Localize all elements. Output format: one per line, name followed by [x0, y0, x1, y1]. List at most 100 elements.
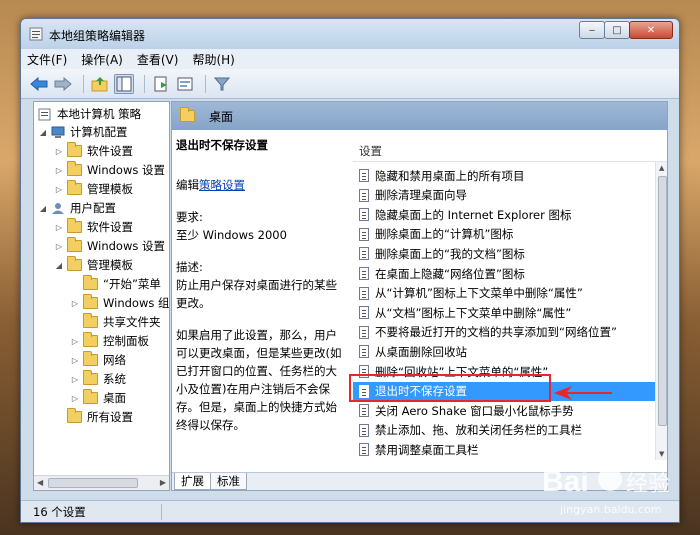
scroll-down-icon[interactable]: ▼ [659, 450, 664, 458]
filter-button[interactable] [212, 74, 232, 94]
window-title: 本地组策略编辑器 [49, 29, 146, 43]
tree-root[interactable]: 本地计算机 策略 [38, 105, 141, 123]
scroll-up-icon[interactable]: ▲ [659, 164, 664, 172]
folder-icon [83, 370, 98, 385]
menu-action[interactable]: 操作(A) [81, 51, 123, 68]
tree-system[interactable]: ▷ 系统 [70, 370, 126, 388]
scroll-left-icon[interactable]: ◀ [37, 478, 43, 487]
collapse-icon[interactable]: ◢ [54, 261, 64, 270]
list-item[interactable]: 从“计算机”图标上下文菜单中删除“属性” [353, 284, 655, 303]
tree-label: 控制面板 [103, 334, 149, 348]
list-item[interactable]: 退出时不保存设置 [353, 381, 655, 401]
list-item[interactable]: 在桌面上隐藏“网络位置”图标 [353, 264, 655, 283]
expand-icon[interactable]: ▷ [70, 337, 80, 346]
up-folder-button[interactable] [90, 74, 110, 94]
policy-setting-icon [359, 443, 369, 457]
show-tree-button[interactable] [114, 73, 134, 94]
back-button[interactable] [29, 74, 49, 94]
tree-label: 系统 [103, 372, 126, 386]
description-details: 如果启用了此设置，那么，用户可以更改桌面，但是某些更改(如已打开窗口的位置、任务… [176, 328, 342, 432]
tree-cc-admin[interactable]: ▷ 管理模板 [54, 180, 133, 198]
scroll-thumb[interactable] [48, 478, 138, 488]
list-item[interactable]: 禁用调整桌面工具栏 [353, 440, 655, 459]
expand-icon[interactable]: ▷ [54, 242, 64, 251]
list-item[interactable]: 不要将最近打开的文档的共享添加到“网络位置” [353, 323, 655, 342]
menu-view[interactable]: 查看(V) [137, 51, 179, 68]
menu-file[interactable]: 文件(F) [27, 51, 67, 68]
tree-cc-software[interactable]: ▷ 软件设置 [54, 142, 133, 160]
expand-icon[interactable]: ▷ [70, 394, 80, 403]
policy-setting-icon [359, 247, 369, 261]
tree-network[interactable]: ▷ 网络 [70, 351, 126, 369]
list-item[interactable]: 隐藏桌面上的 Internet Explorer 图标 [353, 205, 655, 224]
list-item[interactable]: 关闭 Aero Shake 窗口最小化鼠标手势 [353, 401, 655, 420]
tree-uc-admin[interactable]: ◢ 管理模板 [54, 256, 133, 274]
folder-icon [180, 107, 195, 122]
tree-horizontal-scrollbar[interactable]: ◀ ▶ [34, 475, 169, 490]
expand-icon[interactable]: ▷ [70, 356, 80, 365]
app-icon [29, 27, 43, 41]
details-pane: 桌面 退出时不保存设置 编辑策略设置 要求: 至少 Windows 2000 描… [171, 101, 668, 491]
tree-uc-windows[interactable]: ▷ Windows 设置 [54, 237, 165, 255]
tree-start-menu[interactable]: “开始”菜单 [70, 275, 161, 293]
export-list-button[interactable] [151, 74, 171, 94]
list-item[interactable]: 禁止添加、拖、放和关闭任务栏的工具栏 [353, 421, 655, 440]
folder-icon [67, 408, 82, 423]
expand-icon[interactable]: ▷ [70, 375, 80, 384]
up-folder-icon [91, 76, 108, 91]
filter-icon [214, 77, 230, 90]
scroll-thumb[interactable] [658, 176, 667, 426]
collapse-icon[interactable]: ◢ [38, 204, 48, 213]
menu-help[interactable]: 帮助(H) [192, 51, 234, 68]
tree-windows-components[interactable]: ▷ Windows 组件 [70, 294, 169, 312]
folder-icon [83, 275, 98, 290]
minimize-button[interactable]: ‒ [579, 21, 605, 39]
back-arrow-icon [30, 76, 48, 91]
tree-desktop[interactable]: ▷ 桌面 [70, 389, 126, 407]
requirement-value: 至少 Windows 2000 [176, 228, 287, 242]
export-icon [154, 76, 167, 91]
tree-shared-folder[interactable]: 共享文件夹 [70, 313, 161, 331]
settings-list: 设置 隐藏和禁用桌面上的所有项目 删除清理桌面向导 隐藏桌面上的 Internet … [353, 130, 667, 483]
expand-icon[interactable]: ▷ [70, 299, 80, 308]
policy-setting-icon [359, 384, 369, 398]
properties-button[interactable] [175, 74, 195, 94]
tab-extended[interactable]: 扩展 [174, 473, 211, 490]
edit-policy-link[interactable]: 策略设置 [199, 178, 245, 192]
tree-user-config[interactable]: ◢ 用户配置 [38, 199, 116, 217]
list-item[interactable]: 删除“回收站”上下文菜单的“属性” [353, 362, 655, 381]
toolbar-separator [205, 74, 206, 93]
policy-setting-icon [359, 345, 369, 359]
list-item[interactable]: 删除桌面上的“计算机”图标 [353, 225, 655, 244]
maximize-button[interactable]: □ [604, 21, 630, 39]
expand-icon[interactable]: ▷ [54, 223, 64, 232]
close-button[interactable]: ✕ [629, 21, 673, 39]
tree-cc-windows[interactable]: ▷ Windows 设置 [54, 161, 165, 179]
scroll-right-icon[interactable]: ▶ [160, 478, 166, 487]
list-item[interactable]: 删除桌面上的“我的文档”图标 [353, 244, 655, 263]
folder-icon [83, 389, 98, 404]
setting-label: 不要将最近打开的文档的共享添加到“网络位置” [375, 325, 617, 340]
tree-computer-config[interactable]: ◢ 计算机配置 [38, 123, 128, 141]
collapse-icon[interactable]: ◢ [38, 128, 48, 137]
tab-standard[interactable]: 标准 [210, 473, 247, 490]
expand-icon[interactable]: ▷ [54, 166, 64, 175]
list-item[interactable]: 删除清理桌面向导 [353, 186, 655, 205]
list-item[interactable]: 从桌面删除回收站 [353, 342, 655, 361]
description-label: 描述: [176, 260, 203, 274]
title-bar[interactable]: 本地组策略编辑器 ‒ □ ✕ [21, 19, 679, 49]
policy-setting-icon [359, 306, 369, 320]
list-item[interactable]: 从“文档”图标上下文菜单中删除“属性” [353, 303, 655, 322]
column-header-settings[interactable]: 设置 [353, 140, 667, 162]
tree-label: 计算机配置 [70, 125, 128, 139]
list-item[interactable]: 隐藏和禁用桌面上的所有项目 [353, 166, 655, 185]
computer-icon [51, 126, 65, 138]
tree-control-panel[interactable]: ▷ 控制面板 [70, 332, 149, 350]
forward-button[interactable] [53, 74, 73, 94]
tree-all-settings[interactable]: 所有设置 [54, 408, 133, 426]
expand-icon[interactable]: ▷ [54, 185, 64, 194]
list-vertical-scrollbar[interactable]: ▲ ▼ [655, 162, 667, 460]
tree-uc-software[interactable]: ▷ 软件设置 [54, 218, 133, 236]
folder-icon [83, 351, 98, 366]
expand-icon[interactable]: ▷ [54, 147, 64, 156]
